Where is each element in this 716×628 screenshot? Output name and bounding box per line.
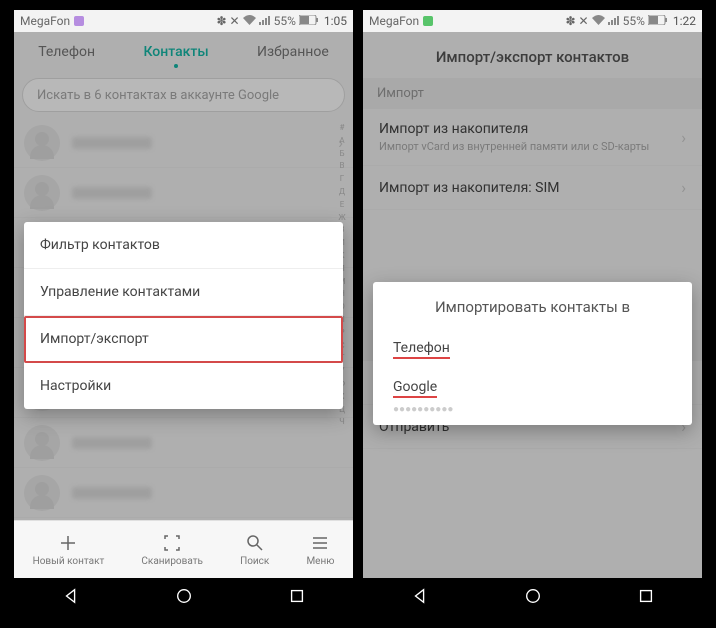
- import-target-dialog: Импортировать контакты в Телефон Google …: [373, 282, 692, 425]
- signal-icon: [259, 14, 271, 28]
- screenshot-right: MegaFon ✽ ✕ 55% 1:22 Импорт/экспорт конт…: [363, 10, 702, 618]
- dialog-option-phone-label: Телефон: [393, 340, 450, 359]
- clock-label: 1:22: [673, 14, 696, 28]
- screenshot-left: MegaFon ✽ ✕ 55% 1:05 Телефон Контакты: [14, 10, 353, 618]
- dialog-option-google-label: Google: [393, 379, 437, 398]
- bottom-scan-label: Сканировать: [141, 556, 203, 567]
- menu-filter-contacts[interactable]: Фильтр контактов: [24, 222, 343, 269]
- battery-label: 55%: [274, 14, 296, 28]
- nav-home[interactable]: [175, 587, 193, 609]
- bluetooth-icon: ✽: [565, 14, 575, 28]
- notif-icon: [74, 16, 84, 26]
- bottom-menu-label: Меню: [306, 556, 334, 567]
- dialog-option-phone[interactable]: Телефон: [373, 326, 692, 365]
- search-icon: [245, 533, 265, 553]
- nav-back[interactable]: [62, 587, 80, 609]
- bottom-new-contact[interactable]: Новый контакт: [33, 533, 105, 567]
- plus-icon: [58, 533, 78, 553]
- notif-icon: [423, 16, 433, 26]
- status-bar: MegaFon ✽ ✕ 55% 1:05: [14, 10, 353, 32]
- app-body: Телефон Контакты Избранное Искать в 6 ко…: [14, 32, 353, 520]
- nav-recent[interactable]: [637, 587, 655, 609]
- menu-import-export[interactable]: Импорт/экспорт: [24, 316, 343, 363]
- bluetooth-icon: ✽: [216, 14, 226, 28]
- mute-icon: ✕: [230, 14, 240, 28]
- battery-icon: [648, 14, 668, 28]
- dialog-option-google[interactable]: Google: [373, 365, 692, 404]
- android-nav-bar: [14, 578, 353, 618]
- mute-icon: ✕: [579, 14, 589, 28]
- menu-settings[interactable]: Настройки: [24, 363, 343, 409]
- dialog-option-google-sub: ●●●●●●●●●●: [373, 404, 692, 425]
- bottom-scan[interactable]: Сканировать: [141, 533, 203, 567]
- android-nav-bar: [363, 578, 702, 618]
- carrier-label: MegaFon: [369, 14, 419, 28]
- dialog-title: Импортировать контакты в: [373, 282, 692, 326]
- status-bar: MegaFon ✽ ✕ 55% 1:22: [363, 10, 702, 32]
- wifi-icon: [243, 14, 256, 28]
- menu-manage-contacts[interactable]: Управление контактами: [24, 269, 343, 316]
- bottom-bar: Новый контакт Сканировать Поиск Меню: [14, 520, 353, 578]
- bottom-menu[interactable]: Меню: [306, 533, 334, 567]
- wifi-icon: [592, 14, 605, 28]
- bottom-new-label: Новый контакт: [33, 556, 105, 567]
- clock-label: 1:05: [324, 14, 347, 28]
- app-body: Импорт/экспорт контактов Импорт Импорт и…: [363, 32, 702, 578]
- nav-recent[interactable]: [288, 587, 306, 609]
- nav-back[interactable]: [411, 587, 429, 609]
- menu-icon: [310, 533, 330, 553]
- battery-label: 55%: [623, 14, 645, 28]
- carrier-label: MegaFon: [20, 14, 70, 28]
- options-menu: Фильтр контактов Управление контактами И…: [24, 222, 343, 409]
- battery-icon: [299, 14, 319, 28]
- scan-icon: [162, 533, 182, 553]
- signal-icon: [608, 14, 620, 28]
- nav-home[interactable]: [524, 587, 542, 609]
- bottom-search-label: Поиск: [240, 556, 269, 567]
- bottom-search[interactable]: Поиск: [240, 533, 269, 567]
